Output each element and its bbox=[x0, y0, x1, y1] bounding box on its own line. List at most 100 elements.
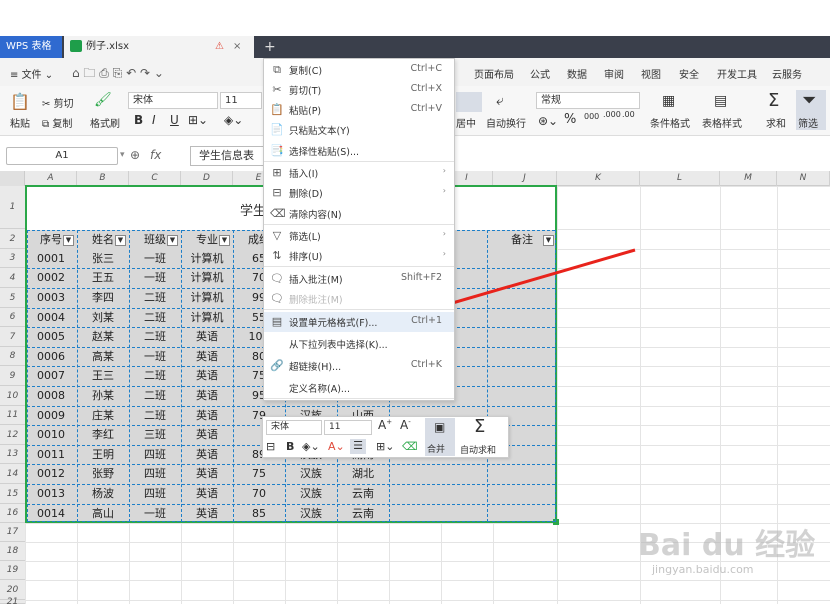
tab-document[interactable]: 例子.xlsx ⚠ × bbox=[64, 36, 254, 58]
table-cell[interactable]: 英语 bbox=[181, 484, 233, 504]
context-menu-item[interactable]: 🗨 插入批注(M) Shift+F2 bbox=[264, 269, 454, 289]
table-cell[interactable]: 0008 bbox=[25, 386, 77, 406]
merge-center-button[interactable]: 居中 bbox=[456, 115, 476, 130]
mini-font-color-icon[interactable]: A⌄ bbox=[328, 440, 345, 453]
table-cell[interactable]: 张野 bbox=[77, 464, 129, 484]
table-cell[interactable]: 杨波 bbox=[77, 484, 129, 504]
row-header[interactable]: 1 bbox=[0, 186, 25, 229]
table-cell[interactable]: 0010 bbox=[25, 425, 77, 445]
row-header[interactable]: 5 bbox=[0, 288, 25, 308]
context-menu-item[interactable]: ▽ 筛选(L) › bbox=[264, 226, 454, 246]
context-menu-item[interactable]: ⧉ 复制(C) Ctrl+C bbox=[264, 60, 454, 80]
row-header[interactable]: 18 bbox=[0, 542, 25, 561]
context-menu-item[interactable]: 定义名称(A)... bbox=[264, 378, 454, 398]
table-cell[interactable]: 0012 bbox=[25, 464, 77, 484]
row-header[interactable]: 19 bbox=[0, 561, 25, 580]
table-cell[interactable]: 75 bbox=[233, 464, 285, 484]
row-header[interactable]: 11 bbox=[0, 406, 25, 425]
column-header[interactable]: N bbox=[777, 171, 830, 186]
table-cell[interactable]: 湖北 bbox=[337, 464, 389, 484]
font-family-select[interactable]: 宋体 bbox=[128, 92, 218, 109]
font-size-select[interactable]: 11 bbox=[220, 92, 262, 109]
filter-button[interactable]: ⏷ 筛选 bbox=[796, 90, 826, 130]
table-cell[interactable]: 一班 bbox=[129, 268, 181, 288]
table-cell[interactable]: 计算机 bbox=[181, 308, 233, 327]
table-cell[interactable]: 四班 bbox=[129, 445, 181, 464]
fill-handle[interactable] bbox=[553, 519, 559, 525]
column-header[interactable]: C bbox=[129, 171, 181, 186]
column-header[interactable]: L bbox=[640, 171, 720, 186]
context-menu-item[interactable]: ⌫ 清除内容(N) bbox=[264, 204, 454, 224]
column-header[interactable]: K bbox=[557, 171, 640, 186]
table-cell[interactable]: 二班 bbox=[129, 327, 181, 347]
menu-formula[interactable]: 公式 bbox=[530, 66, 550, 81]
table-cell[interactable]: 计算机 bbox=[181, 249, 233, 268]
table-cell[interactable]: 二班 bbox=[129, 288, 181, 308]
table-cell[interactable]: 计算机 bbox=[181, 268, 233, 288]
table-cell[interactable]: 0003 bbox=[25, 288, 77, 308]
column-header[interactable]: J bbox=[493, 171, 557, 186]
table-cell[interactable]: 庄某 bbox=[77, 406, 129, 425]
mini-clear-icon[interactable]: ⌫ bbox=[402, 440, 418, 453]
mini-border-icon[interactable]: ⊞⌄ bbox=[376, 440, 394, 453]
row-header[interactable]: 16 bbox=[0, 504, 25, 523]
column-header[interactable]: B bbox=[77, 171, 129, 186]
mini-bold-button[interactable]: B bbox=[286, 440, 294, 453]
table-cell[interactable]: 一班 bbox=[129, 249, 181, 268]
fx-icon[interactable]: fx bbox=[150, 148, 161, 162]
formula-input[interactable]: 学生信息表 bbox=[190, 146, 270, 166]
table-cell[interactable]: 王明 bbox=[77, 445, 129, 464]
filter-dropdown-icon[interactable]: ▼ bbox=[219, 235, 230, 246]
table-cell[interactable]: 二班 bbox=[129, 366, 181, 386]
menu-data[interactable]: 数据 bbox=[567, 66, 587, 81]
zoom-formula-icon[interactable]: ⊕ bbox=[130, 148, 140, 162]
column-header[interactable]: A bbox=[25, 171, 77, 186]
mini-merge-icon[interactable]: ⊟ bbox=[266, 440, 275, 453]
mini-autosum-button[interactable]: 自动求和 bbox=[460, 443, 496, 456]
wrap-text-button[interactable]: 自动换行 bbox=[486, 115, 526, 130]
table-cell[interactable]: 0004 bbox=[25, 308, 77, 327]
mini-size-select[interactable]: 11 bbox=[324, 420, 372, 435]
row-header[interactable]: 14 bbox=[0, 464, 25, 484]
italic-button[interactable]: I bbox=[152, 113, 156, 127]
row-header[interactable]: 8 bbox=[0, 347, 25, 366]
row-header[interactable]: 15 bbox=[0, 484, 25, 504]
increase-font-icon[interactable]: A+ bbox=[378, 418, 392, 432]
percent-button[interactable]: % bbox=[564, 112, 576, 127]
menu-review[interactable]: 审阅 bbox=[604, 66, 624, 81]
tab-wps-home[interactable]: WPS 表格 bbox=[0, 36, 62, 58]
menu-file[interactable]: ≡ 文件 ⌄ bbox=[10, 66, 53, 81]
table-cell[interactable]: 英语 bbox=[181, 347, 233, 366]
row-header[interactable]: 7 bbox=[0, 327, 25, 347]
context-menu-item[interactable]: ▤ 设置单元格格式(F)... Ctrl+1 bbox=[264, 312, 454, 332]
context-menu-item[interactable]: 🔗 超链接(H)... Ctrl+K bbox=[264, 356, 454, 376]
table-cell[interactable]: 二班 bbox=[129, 308, 181, 327]
mini-merge-button[interactable]: ▣ 合并 bbox=[425, 418, 455, 456]
table-style-button[interactable]: 表格样式 bbox=[702, 115, 742, 130]
context-menu-item[interactable]: 📋 粘贴(P) Ctrl+V bbox=[264, 100, 454, 120]
table-cell[interactable]: 云南 bbox=[337, 484, 389, 504]
context-menu-item[interactable]: ⊟ 删除(D) › bbox=[264, 183, 454, 203]
table-cell[interactable]: 英语 bbox=[181, 464, 233, 484]
table-cell[interactable]: 二班 bbox=[129, 386, 181, 406]
underline-button[interactable]: U bbox=[170, 113, 179, 127]
thousands-button[interactable]: 000 bbox=[584, 112, 599, 121]
row-header[interactable]: 21 bbox=[0, 598, 25, 607]
table-cell[interactable]: 张三 bbox=[77, 249, 129, 268]
row-header[interactable]: 4 bbox=[0, 268, 25, 288]
table-cell[interactable]: 一班 bbox=[129, 347, 181, 366]
paste-button[interactable]: 粘贴 bbox=[10, 115, 30, 130]
select-all-corner[interactable] bbox=[0, 171, 25, 186]
table-cell[interactable]: 0011 bbox=[25, 445, 77, 464]
filter-dropdown-icon[interactable]: ▼ bbox=[63, 235, 74, 246]
table-cell[interactable]: 0006 bbox=[25, 347, 77, 366]
number-format-select[interactable]: 常规 bbox=[536, 92, 640, 109]
table-cell[interactable]: 四班 bbox=[129, 464, 181, 484]
table-cell[interactable]: 70 bbox=[233, 484, 285, 504]
column-header[interactable]: D bbox=[181, 171, 233, 186]
table-cell[interactable]: 英语 bbox=[181, 386, 233, 406]
row-header[interactable]: 17 bbox=[0, 523, 25, 542]
context-menu-item[interactable]: ⇅ 排序(U) › bbox=[264, 246, 454, 266]
context-menu-item[interactable]: ⊞ 插入(I) › bbox=[264, 163, 454, 183]
row-header[interactable]: 3 bbox=[0, 249, 25, 268]
